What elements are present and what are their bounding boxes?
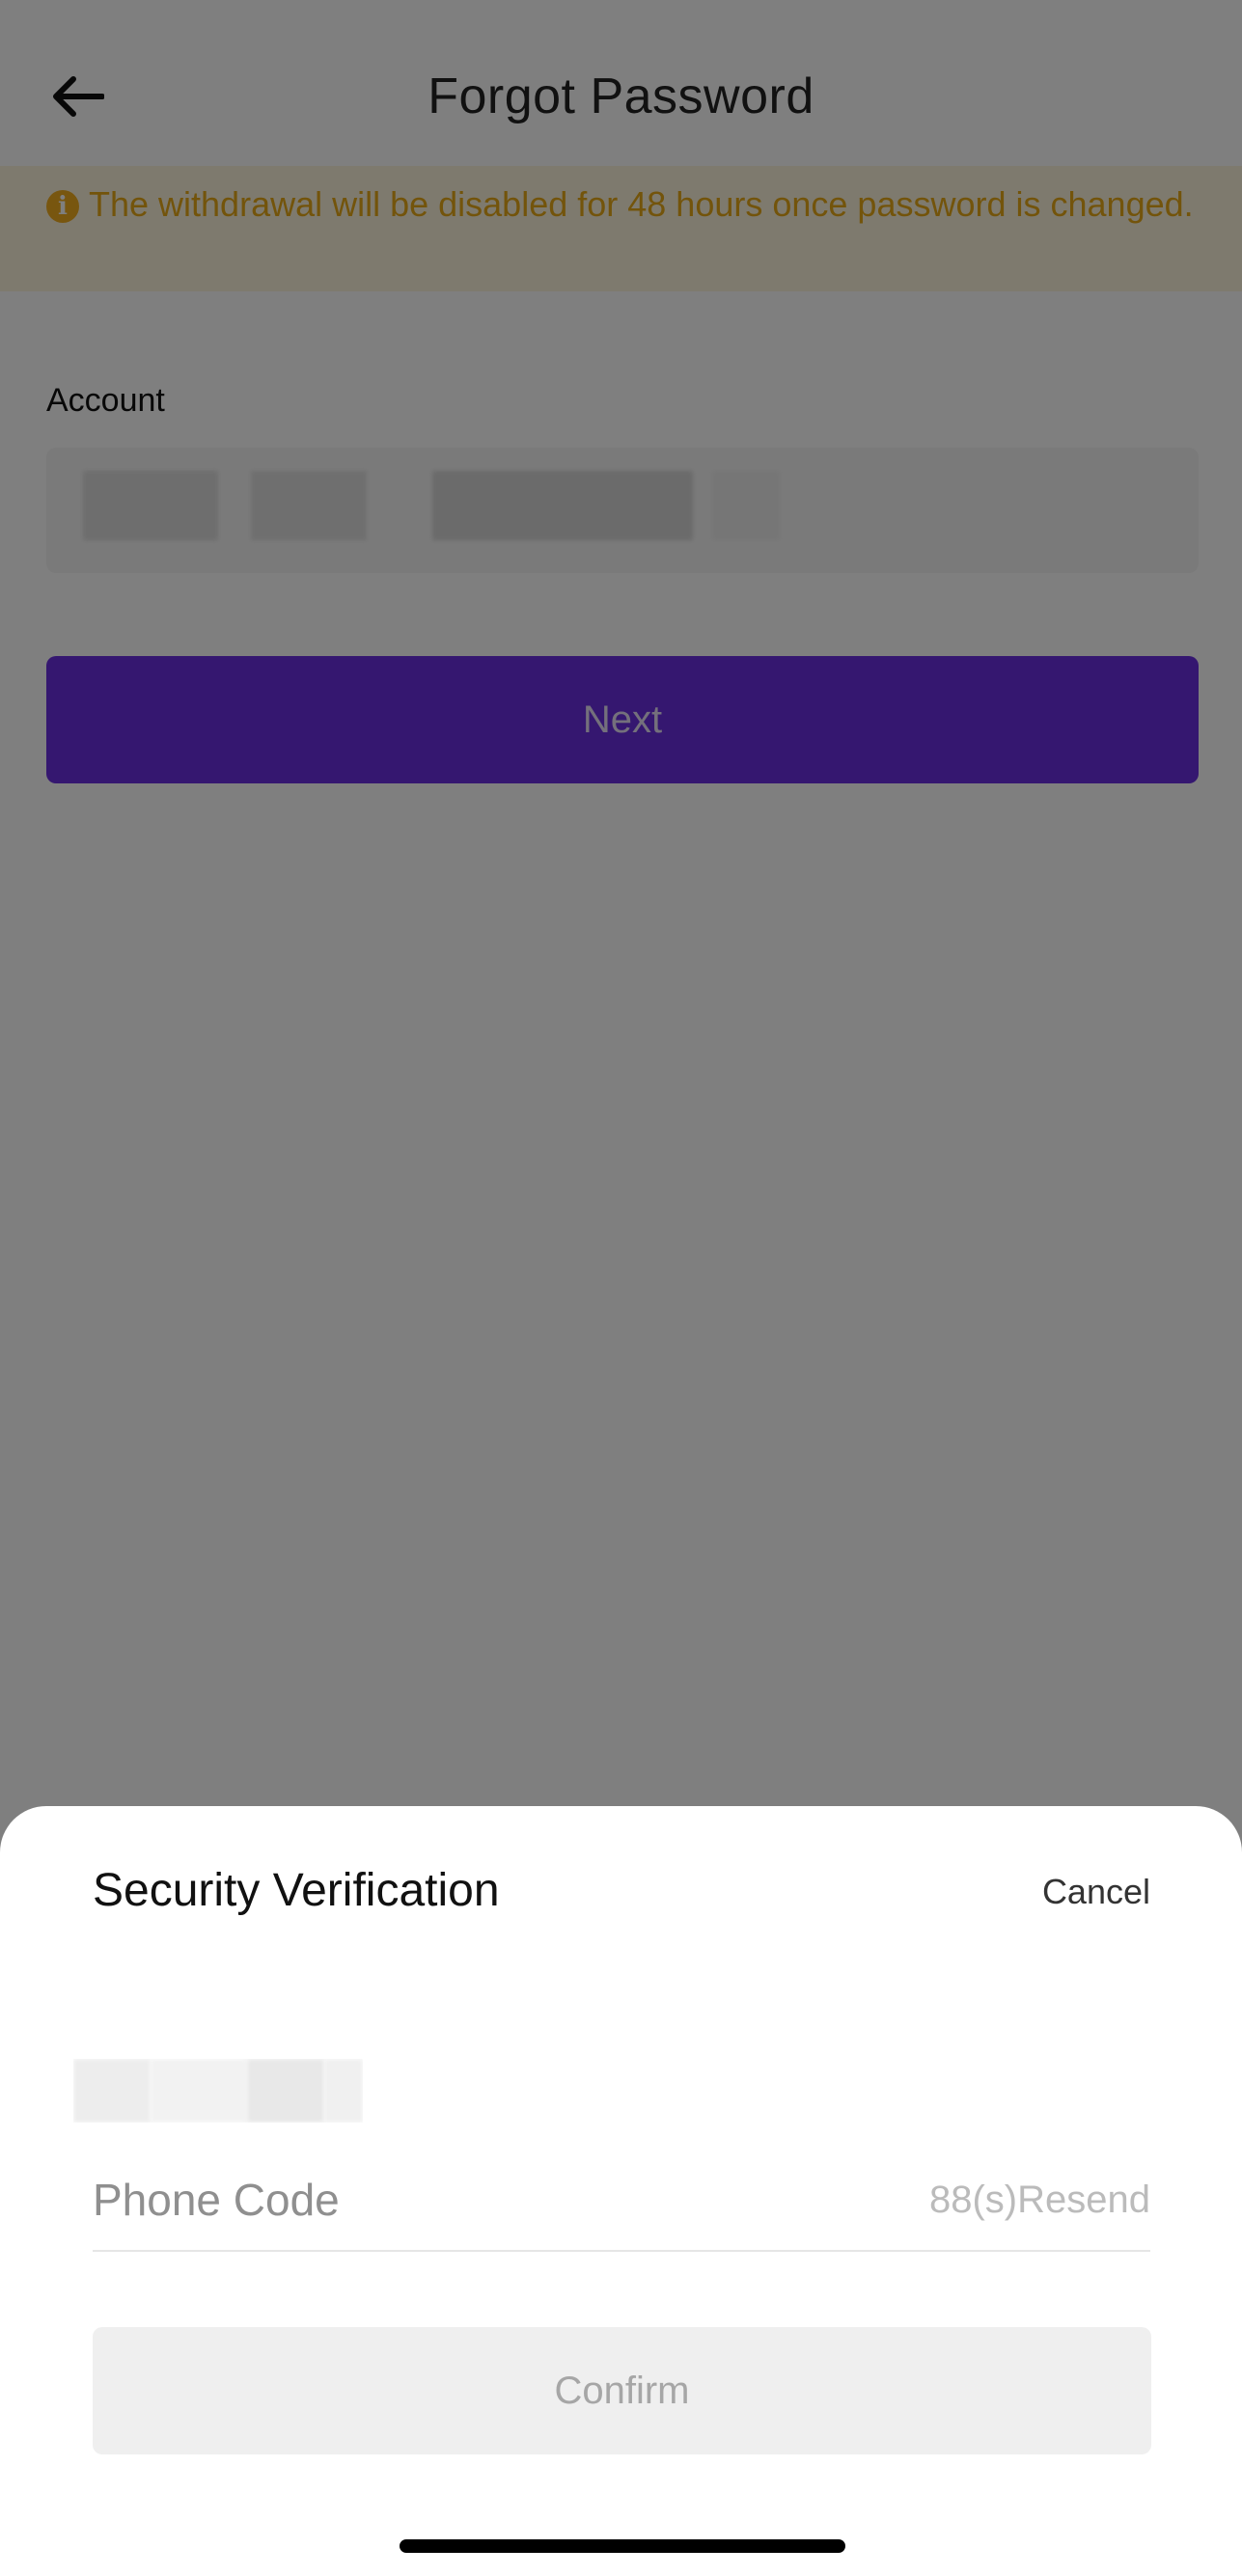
sheet-title: Security Verification — [93, 1865, 500, 1916]
masked-phone-value — [73, 2059, 151, 2123]
security-verification-sheet: Security Verification Cancel 88(s)Resend… — [0, 1806, 1242, 2576]
home-indicator — [400, 2539, 845, 2553]
masked-phone-number — [73, 2059, 363, 2123]
masked-phone-value — [151, 2059, 247, 2123]
cancel-button[interactable]: Cancel — [1042, 1872, 1150, 1912]
forgot-password-screen: Forgot Password iThe withdrawal will be … — [0, 0, 1242, 2576]
confirm-button[interactable]: Confirm — [93, 2327, 1151, 2454]
masked-phone-value — [247, 2059, 324, 2123]
phone-code-input[interactable] — [93, 2171, 865, 2229]
phone-code-row: 88(s)Resend — [93, 2163, 1150, 2252]
resend-button[interactable]: 88(s)Resend — [929, 2179, 1150, 2222]
masked-phone-value — [324, 2059, 363, 2123]
